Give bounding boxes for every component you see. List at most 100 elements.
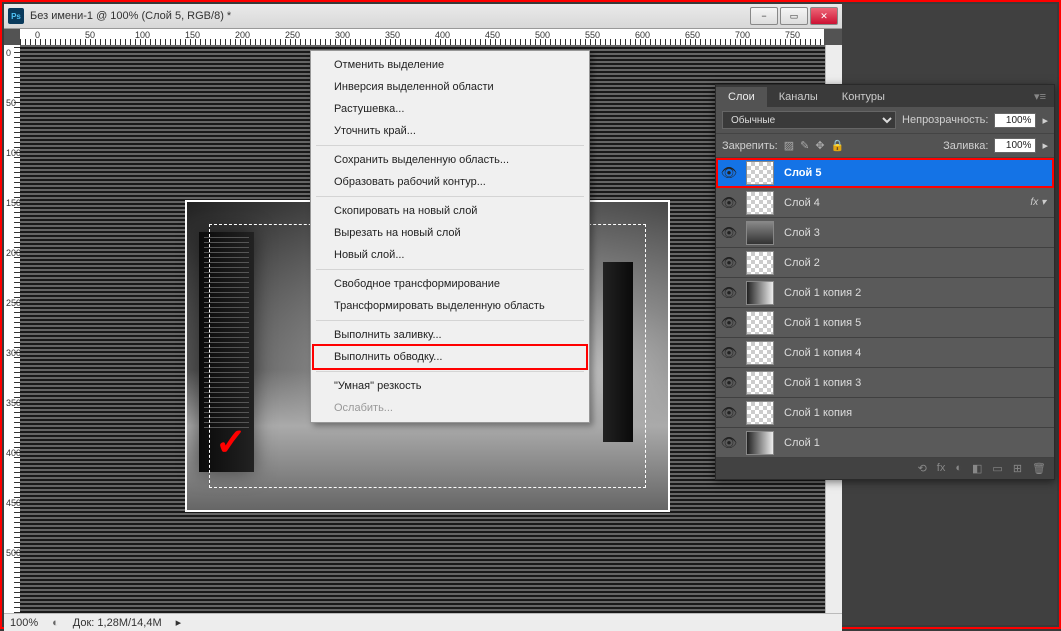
menu-item[interactable]: Новый слой... xyxy=(314,244,586,266)
visibility-eye-icon[interactable]: 👁 xyxy=(716,405,742,421)
layer-name[interactable]: Слой 1 копия 4 xyxy=(778,347,1054,359)
tab-paths[interactable]: Контуры xyxy=(830,87,897,107)
layer-row[interactable]: 👁 Слой 2 xyxy=(716,248,1054,278)
layer-thumbnail[interactable] xyxy=(746,281,774,305)
visibility-eye-icon[interactable]: 👁 xyxy=(716,195,742,211)
menu-item[interactable]: Вырезать на новый слой xyxy=(314,222,586,244)
layer-row[interactable]: 👁 Слой 1 копия 2 xyxy=(716,278,1054,308)
visibility-eye-icon[interactable]: 👁 xyxy=(716,285,742,301)
window-title: Без имени-1 @ 100% (Слой 5, RGB/8) * xyxy=(30,10,750,22)
layer-thumbnail[interactable] xyxy=(746,311,774,335)
menu-item[interactable]: Скопировать на новый слой xyxy=(314,200,586,222)
visibility-eye-icon[interactable]: 👁 xyxy=(716,435,742,451)
panel-menu-icon[interactable]: ▾≡ xyxy=(1026,86,1054,107)
menu-separator xyxy=(316,145,584,146)
layer-fx-indicator[interactable]: fx ▾ xyxy=(1030,197,1054,208)
lock-position-icon[interactable]: ✥ xyxy=(815,139,824,152)
lock-icons: ▨ ✎ ✥ 🔒 xyxy=(784,139,845,152)
ruler-vertical[interactable]: 050100150200250300350400450500 xyxy=(4,45,20,613)
blend-mode-select[interactable]: Обычные xyxy=(722,111,896,129)
layer-name[interactable]: Слой 2 xyxy=(778,257,1054,269)
layers-list: 👁 Слой 5 👁 Слой 4fx ▾ 👁 Слой 3 👁 Слой 2 👁 Слой 1 … xyxy=(716,158,1054,458)
layer-thumbnail[interactable] xyxy=(746,401,774,425)
chevron-down-icon[interactable]: ▸ xyxy=(1042,139,1048,152)
menu-item[interactable]: "Умная" резкость xyxy=(314,375,586,397)
menu-separator xyxy=(316,269,584,270)
opacity-input[interactable] xyxy=(994,113,1036,128)
layer-name[interactable]: Слой 3 xyxy=(778,227,1054,239)
layer-name[interactable]: Слой 1 xyxy=(778,437,1054,449)
menu-item[interactable]: Выполнить заливку... xyxy=(314,324,586,346)
layer-row[interactable]: 👁 Слой 3 xyxy=(716,218,1054,248)
visibility-eye-icon[interactable]: 👁 xyxy=(716,165,742,181)
panel-footer-icon[interactable]: 🗑 xyxy=(1032,462,1046,475)
fill-input[interactable] xyxy=(994,138,1036,153)
layer-thumbnail[interactable] xyxy=(746,371,774,395)
layer-thumbnail[interactable] xyxy=(746,221,774,245)
layer-name[interactable]: Слой 1 копия 5 xyxy=(778,317,1054,329)
layer-row[interactable]: 👁 Слой 1 xyxy=(716,428,1054,458)
layer-thumbnail[interactable] xyxy=(746,191,774,215)
layer-thumbnail[interactable] xyxy=(746,251,774,275)
lock-transparency-icon[interactable]: ▨ xyxy=(784,139,794,152)
panel-footer-icon[interactable]: ⟲ xyxy=(918,462,927,475)
context-menu: Отменить выделениеИнверсия выделенной об… xyxy=(310,50,590,423)
lock-all-icon[interactable]: 🔒 xyxy=(831,139,845,152)
visibility-eye-icon[interactable]: 👁 xyxy=(716,345,742,361)
menu-item[interactable]: Отменить выделение xyxy=(314,54,586,76)
menu-item[interactable]: Уточнить край... xyxy=(314,120,586,142)
layer-row[interactable]: 👁 Слой 4fx ▾ xyxy=(716,188,1054,218)
building-right xyxy=(603,262,633,442)
statusbar: 100% ◐ Док: 1,28M/14,4M ▸ xyxy=(4,613,842,631)
menu-item[interactable]: Выполнить обводку... xyxy=(312,344,588,370)
panel-footer-icon[interactable]: ⊞ xyxy=(1013,462,1022,475)
panel-footer-icon[interactable]: ◐ xyxy=(955,462,962,475)
layer-name[interactable]: Слой 4 xyxy=(778,197,1030,209)
tab-channels[interactable]: Каналы xyxy=(767,87,830,107)
menu-item[interactable]: Сохранить выделенную область... xyxy=(314,149,586,171)
minimize-button[interactable]: − xyxy=(750,7,778,25)
layer-name[interactable]: Слой 5 xyxy=(778,167,1054,179)
layer-row[interactable]: 👁 Слой 1 копия 5 xyxy=(716,308,1054,338)
layer-row[interactable]: 👁 Слой 5 xyxy=(716,158,1054,188)
visibility-eye-icon[interactable]: 👁 xyxy=(716,255,742,271)
layer-name[interactable]: Слой 1 копия 3 xyxy=(778,377,1054,389)
tab-layers[interactable]: Слои xyxy=(716,87,767,107)
layer-row[interactable]: 👁 Слой 1 копия 3 xyxy=(716,368,1054,398)
chevron-down-icon[interactable]: ▸ xyxy=(1042,114,1048,127)
menu-item[interactable]: Растушевка... xyxy=(314,98,586,120)
menu-item[interactable]: Образовать рабочий контур... xyxy=(314,171,586,193)
layer-thumbnail[interactable] xyxy=(746,341,774,365)
fill-label: Заливка: xyxy=(943,140,988,152)
layer-name[interactable]: Слой 1 копия xyxy=(778,407,1054,419)
menu-item[interactable]: Трансформировать выделенную область xyxy=(314,295,586,317)
titlebar[interactable]: Ps Без имени-1 @ 100% (Слой 5, RGB/8) * … xyxy=(4,4,842,29)
visibility-eye-icon[interactable]: 👁 xyxy=(716,315,742,331)
opacity-label: Непрозрачность: xyxy=(902,114,988,126)
eyedropper-icon: ◐ xyxy=(52,617,59,629)
layer-row[interactable]: 👁 Слой 1 копия 4 xyxy=(716,338,1054,368)
menu-separator xyxy=(316,320,584,321)
menu-separator xyxy=(316,371,584,372)
layers-panel: Слои Каналы Контуры ▾≡ Обычные Непрозрач… xyxy=(715,84,1055,480)
visibility-eye-icon[interactable]: 👁 xyxy=(716,225,742,241)
panel-footer-icon[interactable]: ▭ xyxy=(992,462,1002,475)
layer-row[interactable]: 👁 Слой 1 копия xyxy=(716,398,1054,428)
zoom-level[interactable]: 100% xyxy=(10,617,38,629)
close-button[interactable]: ✕ xyxy=(810,7,838,25)
red-checkmark-annotation: ✓ xyxy=(215,420,247,465)
layer-thumbnail[interactable] xyxy=(746,161,774,185)
menu-item[interactable]: Инверсия выделенной области xyxy=(314,76,586,98)
menu-item: Ослабить... xyxy=(314,397,586,419)
menu-item[interactable]: Свободное трансформирование xyxy=(314,273,586,295)
panel-footer-icon[interactable]: ◧ xyxy=(972,462,982,475)
maximize-button[interactable]: ▭ xyxy=(780,7,808,25)
chevron-right-icon[interactable]: ▸ xyxy=(176,616,182,629)
visibility-eye-icon[interactable]: 👁 xyxy=(716,375,742,391)
lock-paint-icon[interactable]: ✎ xyxy=(800,139,809,152)
layer-name[interactable]: Слой 1 копия 2 xyxy=(778,287,1054,299)
layer-thumbnail[interactable] xyxy=(746,431,774,455)
ruler-horizontal[interactable]: 0501001502002503003504004505005506006507… xyxy=(20,29,824,45)
panel-footer-icon[interactable]: fx xyxy=(937,462,946,475)
panel-footer: ⟲ fx ◐ ◧ ▭ ⊞ 🗑 xyxy=(716,458,1054,479)
